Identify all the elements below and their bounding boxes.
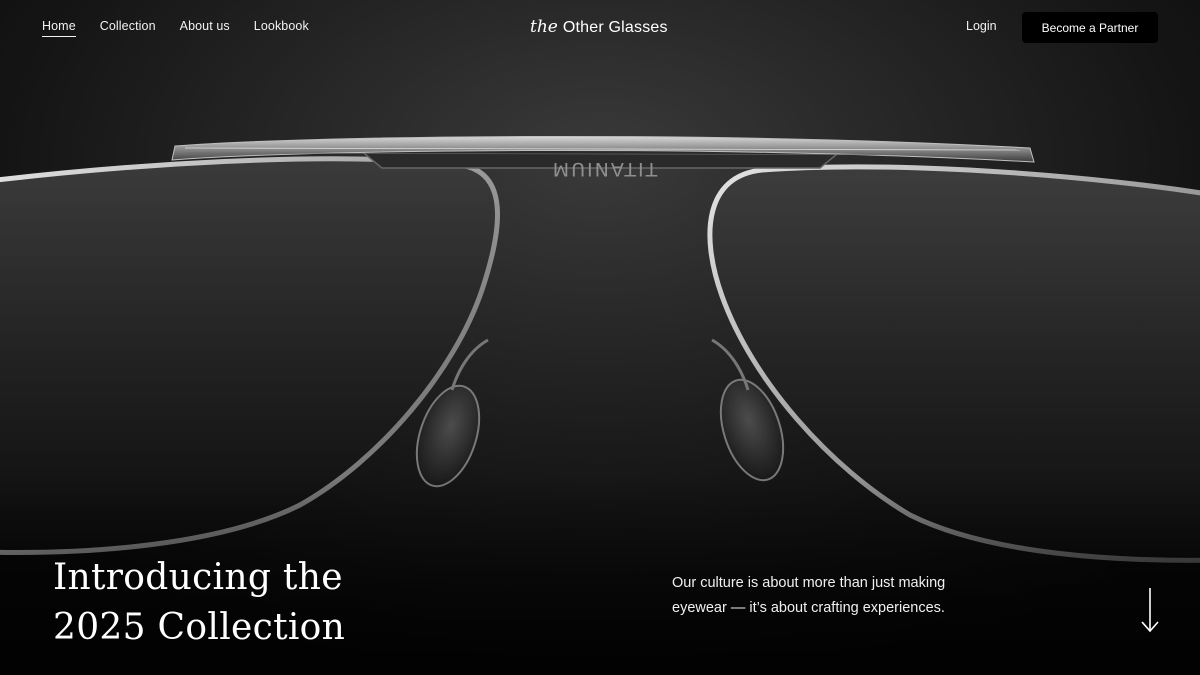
brand-name: Other Glasses	[562, 19, 668, 36]
brand-prefix: the	[530, 17, 558, 37]
brand-logo[interactable]: the Other Glasses	[530, 17, 668, 37]
nav-link-lookbook[interactable]: Lookbook	[254, 19, 309, 37]
hero-title-line-1: Introducing the	[53, 557, 343, 598]
nav-link-home[interactable]: Home	[42, 19, 76, 37]
arrow-down-icon[interactable]	[1138, 586, 1162, 634]
hero-title: Introducing the 2025 Collection	[53, 553, 345, 653]
become-partner-button[interactable]: Become a Partner	[1022, 12, 1158, 43]
hero-title-line-2: 2025 Collection	[53, 607, 346, 648]
nav-link-collection[interactable]: Collection	[100, 19, 156, 37]
top-navigation: Home Collection About us Lookbook the Oth…	[0, 0, 1200, 56]
nav-link-about-us[interactable]: About us	[180, 19, 230, 37]
login-link[interactable]: Login	[966, 19, 997, 33]
nav-links: Home Collection About us Lookbook	[42, 19, 333, 37]
hero-section: TITANIUM Home Collection About us Lookbo…	[0, 0, 1200, 675]
hero-description: Our culture is about more than just maki…	[672, 575, 946, 616]
frame-engraving: TITANIUM	[551, 158, 658, 180]
